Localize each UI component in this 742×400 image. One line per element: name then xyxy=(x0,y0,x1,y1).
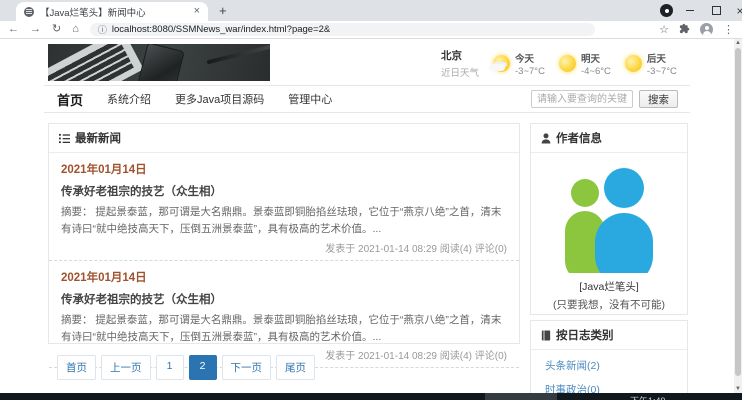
page-prev-button[interactable]: 上一页 xyxy=(101,355,151,380)
weather-day-label: 明天 xyxy=(581,51,611,65)
weather-day-today: 今天 -3~7°C xyxy=(493,51,545,77)
weather-day-temp: -3~7°C xyxy=(647,66,677,77)
window-minimize-button[interactable] xyxy=(678,0,702,21)
weather-day-temp: -3~7°C xyxy=(515,66,545,77)
tab-close-icon[interactable]: × xyxy=(194,6,200,17)
taskbar-active-app[interactable] xyxy=(485,393,557,400)
log-category-panel: 按日志类别 头条新闻(2) 时事政治(0) 通知公告(0) xyxy=(530,320,688,393)
weather-day-label: 后天 xyxy=(647,51,677,65)
category-link-politics[interactable]: 时事政治(0) xyxy=(545,382,673,393)
reload-icon[interactable]: ↻ xyxy=(52,24,61,35)
author-info-title: 作者信息 xyxy=(556,130,602,146)
news-date: 2021年01月14日 xyxy=(61,161,507,177)
author-body: [Java烂笔头] (只要我想，没有不可能) xyxy=(531,153,687,312)
banner-phone-shape xyxy=(133,44,184,81)
latest-news-title: 最新新闻 xyxy=(75,130,121,146)
two-people-logo xyxy=(555,163,663,273)
news-item: 2021年01月14日 传承好老祖宗的技艺（众生相） 摘要： 提起景泰蓝，那可谓… xyxy=(49,153,519,261)
news-summary: 摘要： 提起景泰蓝，那可谓是大名鼎鼎。景泰蓝即铜胎掐丝珐琅，它位于“燕京八绝”之… xyxy=(61,312,507,347)
scrollbar-up-icon[interactable]: ▲ xyxy=(734,39,742,47)
scrollbar-down-icon[interactable]: ▼ xyxy=(734,385,742,393)
url-text: localhost:8080/SSMNews_war/index.html?pa… xyxy=(112,24,330,35)
site-navbar: 首页 系统介绍 更多Java项目源码 管理中心 搜索 xyxy=(44,85,690,113)
weather-day-tomorrow: 明天 -4~6°C xyxy=(559,51,611,77)
browser-menu-icon[interactable]: ⋮ xyxy=(723,23,734,36)
page-first-button[interactable]: 首页 xyxy=(57,355,96,380)
banner-pen-shape xyxy=(207,44,270,64)
browser-tab[interactable]: 【Java烂笔头】新闻中心 × xyxy=(16,2,208,21)
window-close-button[interactable]: × xyxy=(728,0,742,21)
sun-icon xyxy=(625,55,642,72)
home-icon[interactable]: ⌂ xyxy=(72,24,79,35)
nav-item-intro[interactable]: 系统介绍 xyxy=(107,91,151,107)
latest-news-header: 最新新闻 xyxy=(49,124,519,153)
weather-day-label: 今天 xyxy=(515,51,545,65)
address-bar: ← → ↻ ⌂ ⓘ localhost:8080/SSMNews_war/ind… xyxy=(0,21,742,39)
bookmark-star-icon[interactable]: ☆ xyxy=(659,23,669,36)
new-tab-button[interactable]: + xyxy=(219,3,227,18)
category-list: 头条新闻(2) 时事政治(0) 通知公告(0) xyxy=(531,350,687,393)
news-item: 2021年01月14日 传承好老祖宗的技艺（众生相） 摘要： 提起景泰蓝，那可谓… xyxy=(49,261,519,369)
tab-strip: 【Java烂笔头】新闻中心 × + × xyxy=(0,0,742,21)
page-next-button[interactable]: 下一页 xyxy=(222,355,272,380)
page-scrollbar[interactable]: ▲ ▼ xyxy=(734,39,742,393)
news-title-link[interactable]: 传承好老祖宗的技艺（众生相） xyxy=(61,183,507,199)
log-category-header: 按日志类别 xyxy=(531,321,687,350)
url-field[interactable]: ⓘ localhost:8080/SSMNews_war/index.html?… xyxy=(90,23,595,36)
site-info-icon[interactable]: ⓘ xyxy=(98,23,107,36)
weather-subtitle: 近日天气 xyxy=(441,65,479,79)
list-icon xyxy=(59,133,70,144)
web-page: 北京 近日天气 今天 -3~7°C 明天 -4~6°C xyxy=(0,39,734,393)
forward-icon[interactable]: → xyxy=(30,24,41,35)
search-input[interactable] xyxy=(531,90,633,108)
sun-cloud-icon xyxy=(493,55,510,72)
favicon-globe-icon xyxy=(24,7,34,17)
browser-profile-badge-icon[interactable] xyxy=(660,4,673,17)
page-2-button-active[interactable]: 2 xyxy=(189,355,217,380)
news-summary: 摘要： 提起景泰蓝，那可谓是大名鼎鼎。景泰蓝即铜胎掐丝珐琅，它位于“燕京八绝”之… xyxy=(61,204,507,239)
author-info-panel: 作者信息 [Java烂笔头] (只要我想，没有不可能) xyxy=(530,123,688,315)
search-box: 搜索 xyxy=(531,90,678,108)
nav-item-home[interactable]: 首页 xyxy=(57,90,83,109)
window-restore-button[interactable] xyxy=(704,0,728,21)
windows-taskbar[interactable]: 下午1:49 xyxy=(0,393,742,400)
weather-city: 北京 xyxy=(441,48,479,63)
banner-laptop-shape xyxy=(48,44,144,81)
browser-window: 【Java烂笔头】新闻中心 × + × ← → ↻ ⌂ ⓘ localhost:… xyxy=(0,0,742,400)
author-motto: (只要我想，没有不可能) xyxy=(553,297,665,312)
sun-icon xyxy=(559,55,576,72)
log-category-title: 按日志类别 xyxy=(556,327,614,343)
category-link-headline[interactable]: 头条新闻(2) xyxy=(545,358,673,373)
extensions-puzzle-icon[interactable] xyxy=(679,21,690,39)
news-date: 2021年01月14日 xyxy=(61,269,507,285)
tab-title: 【Java烂笔头】新闻中心 xyxy=(40,5,188,19)
weather-widget: 北京 近日天气 今天 -3~7°C 明天 -4~6°C xyxy=(441,48,677,79)
author-name: [Java烂笔头] xyxy=(579,279,639,294)
journal-book-icon xyxy=(541,330,551,341)
scrollbar-thumb[interactable] xyxy=(735,48,741,376)
news-title-link[interactable]: 传承好老祖宗的技艺（众生相） xyxy=(61,291,507,307)
page-1-button[interactable]: 1 xyxy=(156,355,184,380)
latest-news-panel: 最新新闻 2021年01月14日 传承好老祖宗的技艺（众生相） 摘要： 提起景泰… xyxy=(48,123,520,344)
profile-avatar-icon[interactable] xyxy=(700,23,713,36)
back-icon[interactable]: ← xyxy=(8,24,19,35)
author-info-header: 作者信息 xyxy=(531,124,687,153)
pagination: 首页 上一页 1 2 下一页 尾页 xyxy=(57,355,315,380)
weather-day-temp: -4~6°C xyxy=(581,66,611,77)
weather-day-aftertomorrow: 后天 -3~7°C xyxy=(625,51,677,77)
page-last-button[interactable]: 尾页 xyxy=(276,355,315,380)
news-meta: 发表于 2021-01-14 08:29 阅读(4) 评论(0) xyxy=(61,240,507,255)
nav-item-admin[interactable]: 管理中心 xyxy=(288,91,332,107)
taskbar-clock: 下午1:49 xyxy=(630,394,666,400)
person-icon xyxy=(541,133,551,144)
header-banner-image xyxy=(48,44,270,81)
search-button[interactable]: 搜索 xyxy=(639,90,678,108)
nav-item-more-java[interactable]: 更多Java项目源码 xyxy=(175,91,264,107)
